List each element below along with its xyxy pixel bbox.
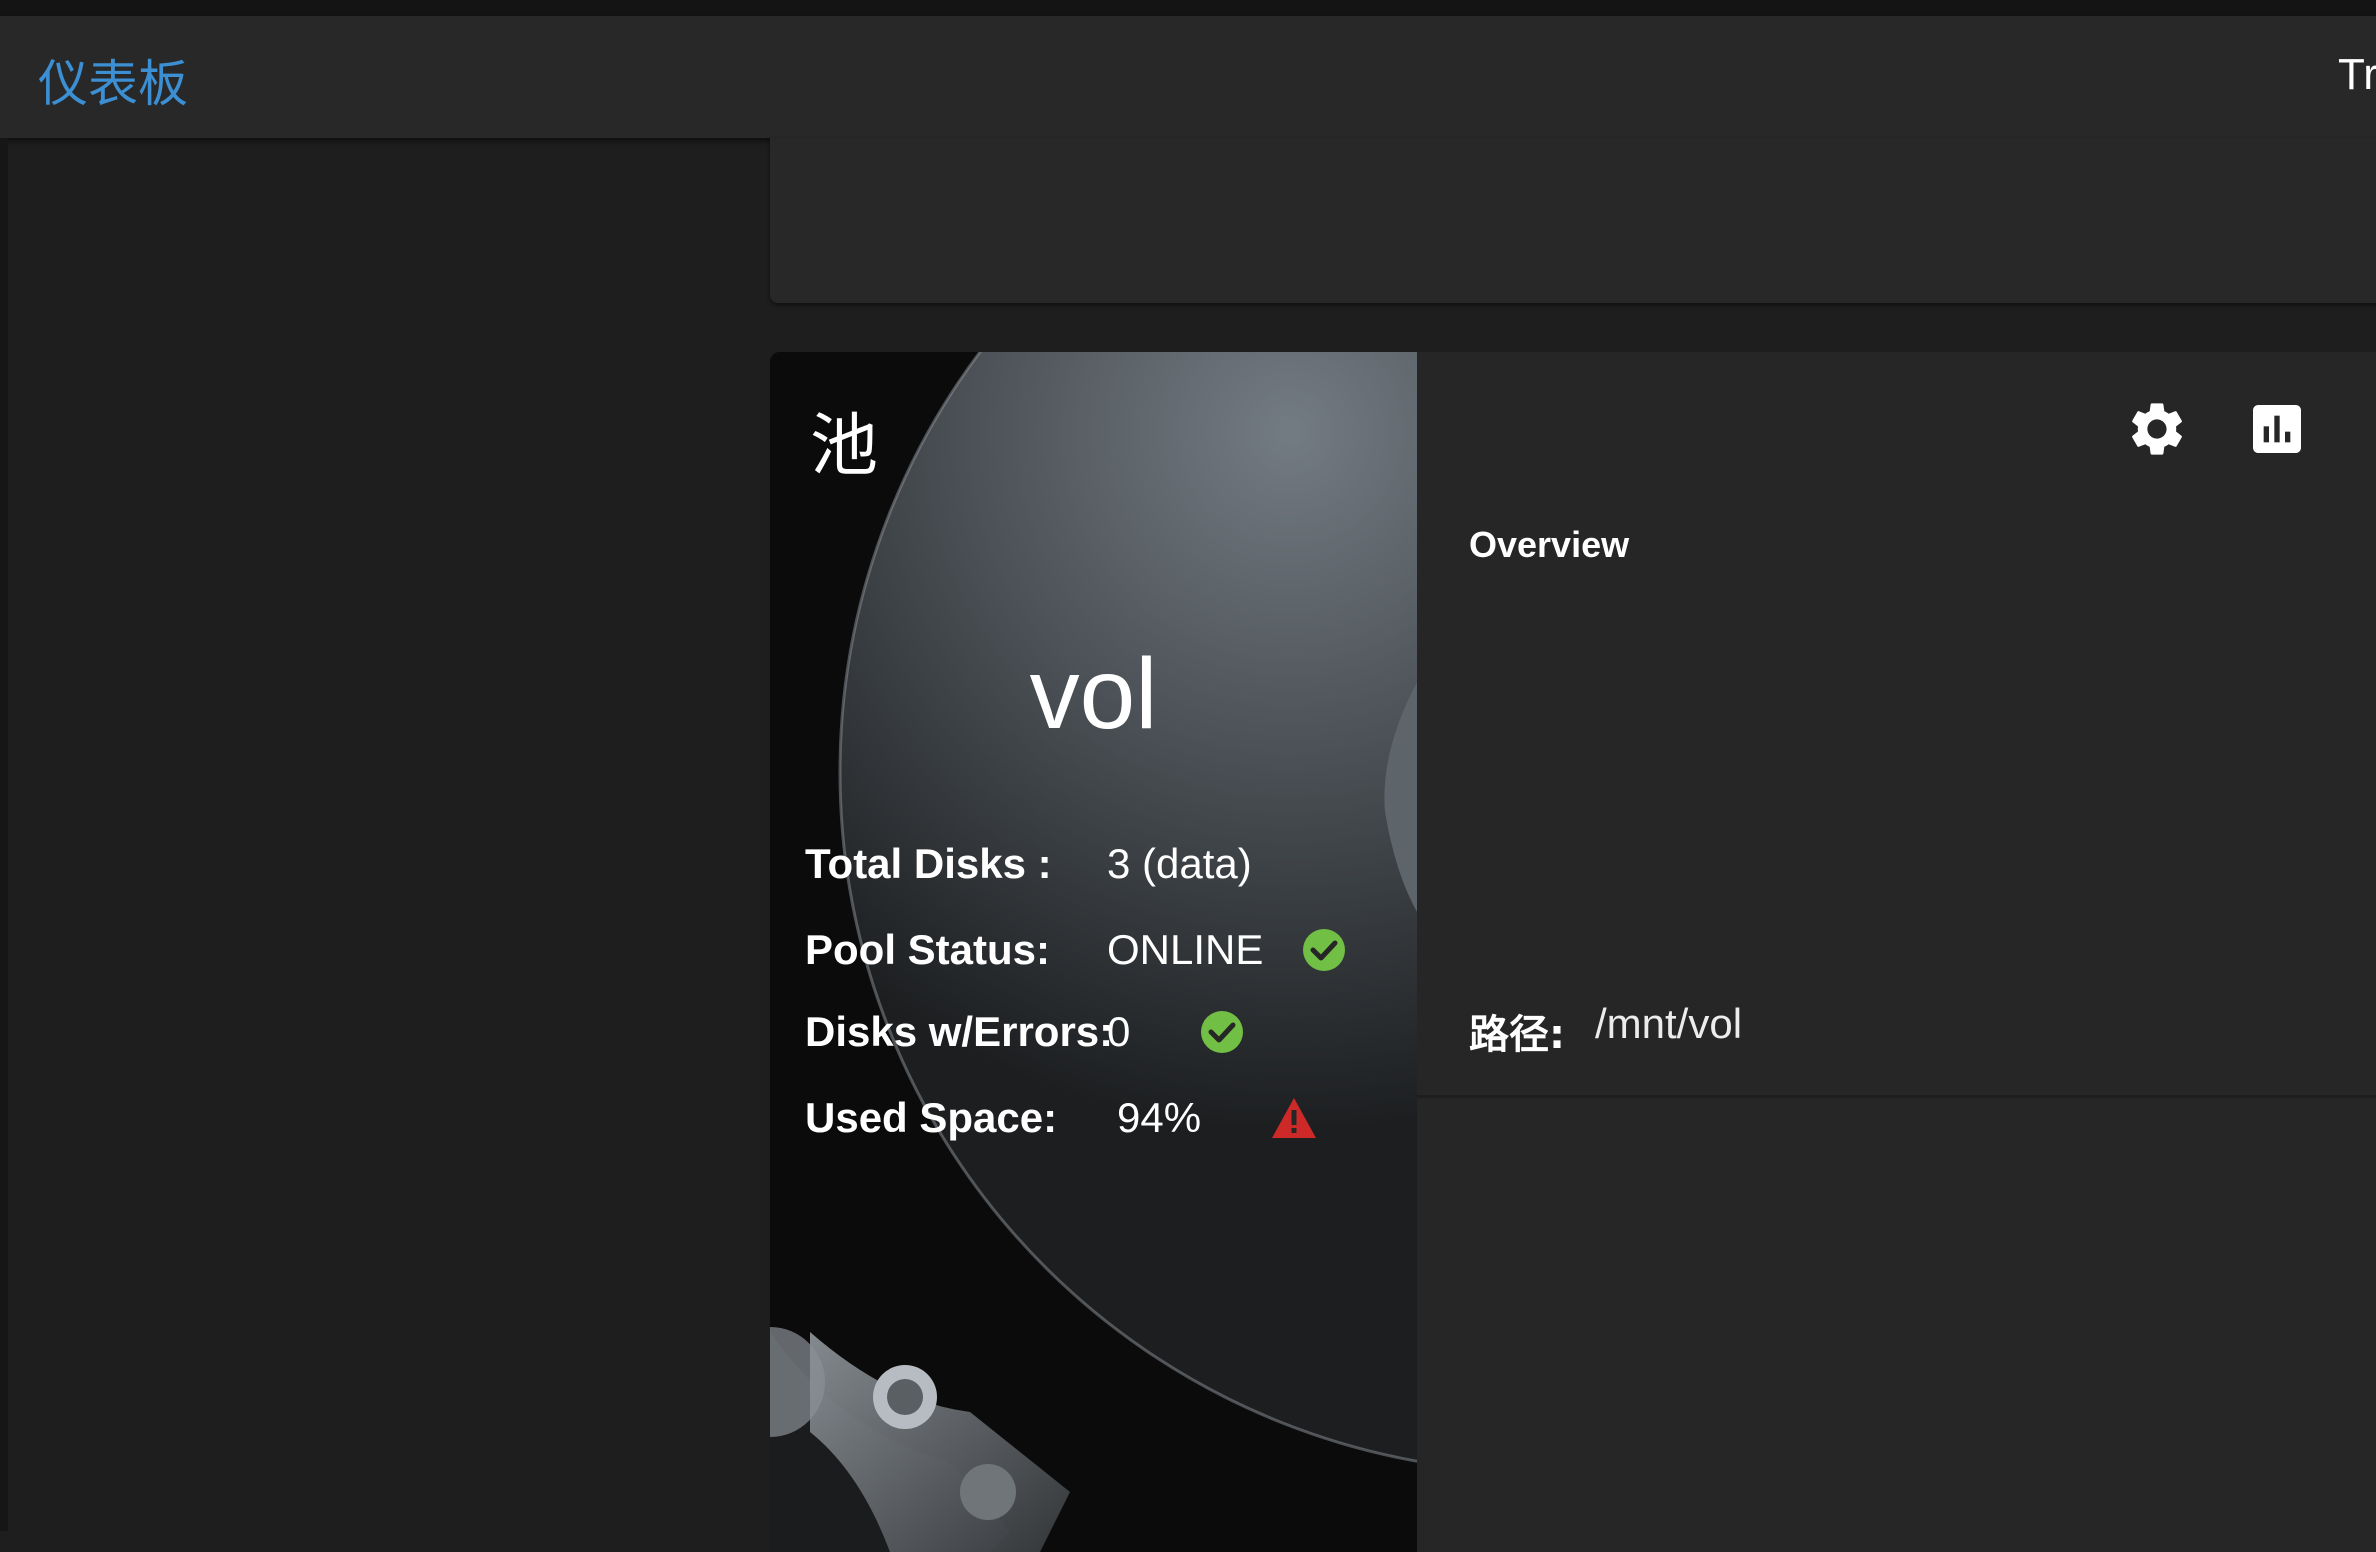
stat-value: 94% bbox=[1117, 1094, 1202, 1141]
pool-details-panel: Overview 路径: /mnt/vol bbox=[1417, 352, 2376, 1552]
detail-value: /mnt/vol bbox=[1595, 1000, 1743, 1047]
stat-pool-status: Pool Status: ONLINE bbox=[805, 926, 1365, 986]
pool-hero-panel: 池 vol Total Disks : 3 (data) Pool Status… bbox=[770, 352, 1417, 1552]
detail-label: 路径: bbox=[1469, 1012, 1565, 1058]
stat-value: 3 (data) bbox=[1107, 840, 1252, 887]
window-top-strip bbox=[0, 0, 2376, 16]
stat-label: Total Disks : bbox=[805, 840, 1052, 887]
header-right-text: Tr bbox=[2338, 50, 2376, 99]
card-title: 池 bbox=[810, 407, 879, 486]
check-circle-icon bbox=[1303, 929, 1345, 971]
stat-used-space: Used Space: 94% bbox=[805, 1094, 1365, 1154]
gear-icon[interactable] bbox=[2125, 397, 2189, 461]
stat-label: Pool Status: bbox=[805, 926, 1051, 973]
top-header: 仪表板 Tr bbox=[0, 16, 2376, 138]
overview-heading: Overview bbox=[1469, 524, 1630, 565]
pool-name: vol bbox=[1029, 638, 1158, 750]
stat-value: 0 bbox=[1107, 1008, 1131, 1055]
page-title: 仪表板 bbox=[38, 55, 188, 113]
pool-widget-card: 池 vol Total Disks : 3 (data) Pool Status… bbox=[770, 352, 2376, 1552]
stat-label: Disks w/Errors: bbox=[805, 1008, 1114, 1055]
detail-row-path: 路径: /mnt/vol bbox=[1417, 950, 2376, 1098]
stat-label: Used Space: bbox=[805, 1094, 1058, 1141]
sidebar-edge bbox=[0, 138, 8, 1531]
upper-widget-card bbox=[770, 138, 2376, 303]
stat-disks-with-errors: Disks w/Errors: 0 bbox=[805, 1008, 1365, 1068]
bar-chart-icon[interactable] bbox=[2245, 397, 2309, 461]
stat-value: ONLINE bbox=[1107, 926, 1264, 973]
check-circle-icon bbox=[1201, 1011, 1243, 1053]
stat-total-disks: Total Disks : 3 (data) bbox=[805, 840, 1365, 900]
warning-triangle-icon bbox=[1272, 1098, 1316, 1138]
